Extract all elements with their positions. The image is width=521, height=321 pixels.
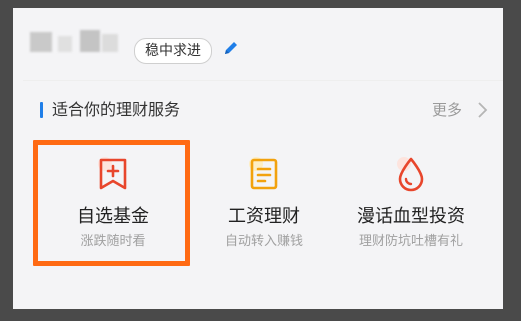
blurred-name-part xyxy=(80,30,100,52)
screenshot-frame-right xyxy=(503,0,521,321)
section-divider xyxy=(23,80,503,81)
service-subtitle: 自动转入赚钱 xyxy=(224,234,303,249)
screenshot-frame-top xyxy=(0,0,521,8)
service-subtitle: 理财防坑吐槽有礼 xyxy=(358,234,463,249)
service-title: 工资理财 xyxy=(228,206,300,227)
document-icon xyxy=(249,157,278,190)
risk-profile-tag[interactable]: 稳中求进 xyxy=(134,38,212,64)
blurred-avatar xyxy=(30,32,52,52)
blurred-name-part xyxy=(58,36,72,52)
service-item-blood-type-investing[interactable]: 漫话血型投资 理财防坑吐槽有礼 xyxy=(336,146,486,266)
screenshot-frame-left xyxy=(0,0,13,321)
blurred-name-part xyxy=(102,34,118,52)
blood-drop-icon xyxy=(397,157,424,192)
section-title-marker xyxy=(40,102,43,118)
section-title: 适合你的理财服务 xyxy=(52,100,181,119)
annotation-highlight-box xyxy=(33,140,190,266)
service-item-salary-finance[interactable]: 工资理财 自动转入赚钱 xyxy=(189,146,339,266)
screenshot-frame-bottom xyxy=(0,309,521,321)
more-link[interactable]: 更多 xyxy=(432,98,462,122)
edit-pencil-icon[interactable] xyxy=(222,39,240,57)
service-title: 漫话血型投资 xyxy=(357,206,465,227)
chevron-right-icon[interactable] xyxy=(476,101,488,119)
